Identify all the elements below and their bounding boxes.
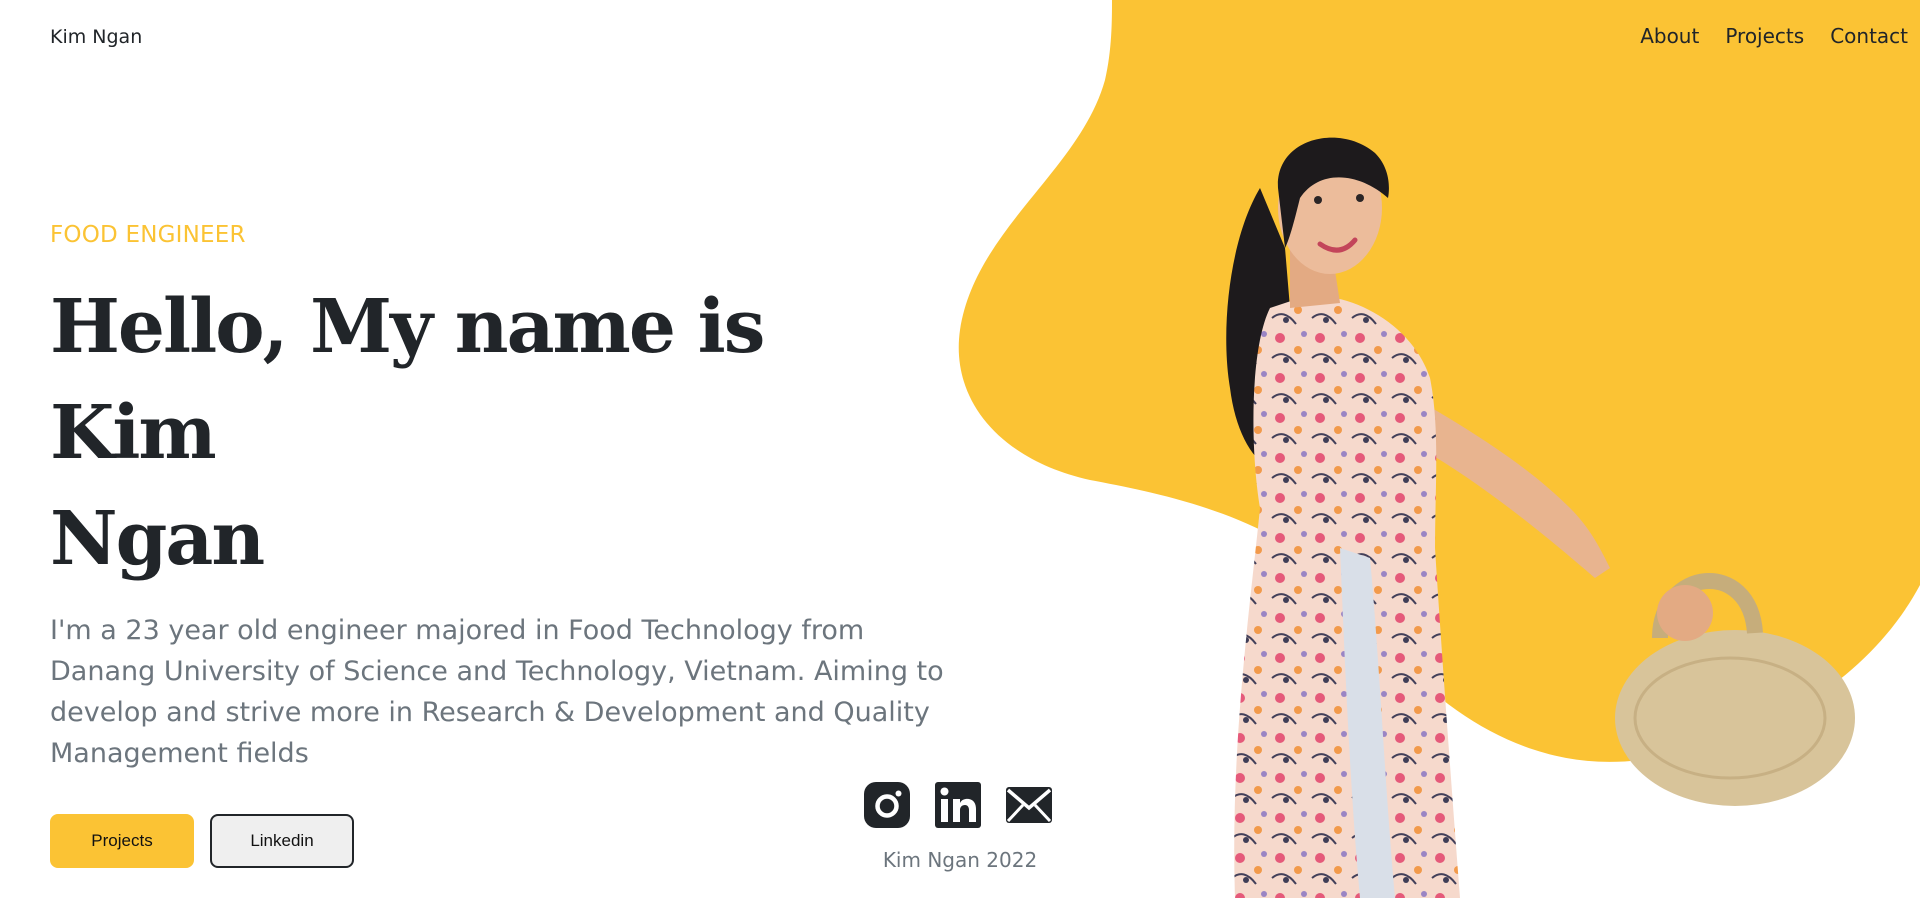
page: Kim Ngan About Projects Contact FOOD ENG… [0,0,1920,898]
instagram-icon[interactable] [863,781,911,829]
nav-link-projects[interactable]: Projects [1725,24,1804,48]
profile-photo [1226,137,1855,898]
linkedin-icon[interactable] [934,781,982,829]
main-nav: About Projects Contact [1640,24,1908,48]
headline-line-1: Hello, My name is Kim [50,284,765,476]
role-label: FOOD ENGINEER [50,222,246,248]
headline-line-2: Ngan [50,496,265,582]
nav-link-about[interactable]: About [1640,24,1699,48]
brand-logo[interactable]: Kim Ngan [50,26,142,48]
hero-section: FOOD ENGINEER Hello, My name is Kim Ngan… [50,222,950,868]
intro-paragraph: I'm a 23 year old engineer majored in Fo… [50,615,944,769]
hero-headline: Hello, My name is Kim Ngan [50,274,950,592]
mail-icon[interactable] [1005,781,1053,829]
footer-copyright: Kim Ngan 2022 [882,848,1038,872]
social-links [863,781,1053,829]
nav-link-contact[interactable]: Contact [1830,24,1908,48]
